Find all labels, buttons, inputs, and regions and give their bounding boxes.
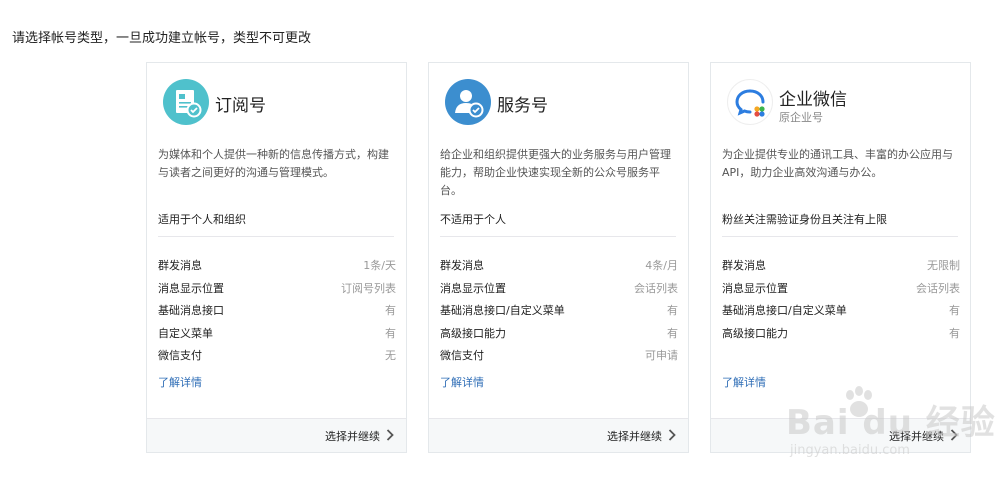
subscription-account-card: 订阅号 为媒体和个人提供一种新的信息传播方式，构建与读者之间更好的沟通与管理模式… — [146, 62, 407, 453]
select-and-continue-button[interactable]: 选择并继续 — [889, 428, 958, 444]
learn-more-link[interactable]: 了解详情 — [158, 374, 202, 390]
card-description: 为企业提供专业的通讯工具、丰富的办公应用与API，助力企业高效沟通与办公。 — [722, 148, 953, 179]
feature-value: 有 — [385, 304, 396, 318]
card-header: 服务号 — [445, 79, 678, 127]
learn-more-link[interactable]: 了解详情 — [440, 374, 484, 390]
feature-value: 有 — [949, 304, 960, 318]
feature-name: 微信支付 — [440, 349, 484, 363]
feature-value: 订阅号列表 — [341, 281, 396, 295]
card-audience: 粉丝关注需验证身份且关注有上限 — [722, 213, 887, 226]
card-description: 为媒体和个人提供一种新的信息传播方式，构建与读者之间更好的沟通与管理模式。 — [158, 148, 389, 179]
learn-more-link[interactable]: 了解详情 — [722, 374, 766, 390]
chevron-right-icon — [950, 428, 958, 444]
card-audience: 适用于个人和组织 — [158, 213, 246, 226]
feature-value: 会话列表 — [634, 281, 678, 295]
card-audience: 不适用于个人 — [440, 213, 506, 226]
feature-name: 自定义菜单 — [158, 326, 213, 340]
feature-name: 消息显示位置 — [158, 281, 224, 295]
card-footer: 选择并继续 — [429, 418, 688, 452]
feature-row: 基础消息接口/自定义菜单 有 — [440, 299, 678, 322]
feature-list: 群发消息 1条/天 消息显示位置 订阅号列表 基础消息接口 有 自定义菜单 有 … — [158, 254, 396, 367]
feature-value: 4条/月 — [645, 259, 678, 273]
feature-name: 群发消息 — [440, 259, 484, 273]
feature-row: 高级接口能力 有 — [440, 322, 678, 345]
feature-name: 消息显示位置 — [440, 281, 506, 295]
feature-row: 群发消息 无限制 — [722, 254, 960, 277]
divider — [440, 236, 676, 237]
feature-row: 消息显示位置 会话列表 — [722, 277, 960, 300]
select-and-continue-button[interactable]: 选择并继续 — [325, 428, 394, 444]
feature-row: 微信支付 无 — [158, 344, 396, 367]
select-button-label: 选择并继续 — [325, 430, 380, 443]
select-button-label: 选择并继续 — [889, 430, 944, 443]
wecom-chat-icon — [727, 79, 773, 125]
service-account-card: 服务号 给企业和组织提供更强大的业务服务与用户管理能力，帮助企业快速实现全新的公… — [428, 62, 689, 453]
feature-row: 高级接口能力 有 — [722, 322, 960, 345]
card-description: 给企业和组织提供更强大的业务服务与用户管理能力，帮助企业快速实现全新的公众号服务… — [440, 148, 671, 197]
card-header: 订阅号 — [163, 79, 396, 127]
feature-value: 有 — [667, 304, 678, 318]
feature-row: 自定义菜单 有 — [158, 322, 396, 345]
feature-value: 有 — [949, 326, 960, 340]
feature-name: 群发消息 — [722, 259, 766, 273]
feature-name: 基础消息接口/自定义菜单 — [440, 304, 565, 318]
select-button-label: 选择并继续 — [607, 430, 662, 443]
feature-name: 高级接口能力 — [440, 326, 506, 340]
feature-row: 群发消息 4条/月 — [440, 254, 678, 277]
feature-value: 有 — [385, 326, 396, 340]
feature-value: 可申请 — [645, 349, 678, 363]
subscription-document-icon — [163, 79, 209, 125]
feature-value: 有 — [667, 326, 678, 340]
feature-list: 群发消息 无限制 消息显示位置 会话列表 基础消息接口/自定义菜单 有 高级接口… — [722, 254, 960, 344]
feature-value: 无限制 — [927, 259, 960, 273]
card-title: 服务号 — [497, 96, 548, 116]
service-user-icon — [445, 79, 491, 125]
feature-name: 微信支付 — [158, 349, 202, 363]
feature-row: 微信支付 可申请 — [440, 344, 678, 367]
feature-row: 基础消息接口/自定义菜单 有 — [722, 299, 960, 322]
feature-value: 会话列表 — [916, 281, 960, 295]
feature-value: 1条/天 — [363, 259, 396, 273]
page-title: 请选择帐号类型，一旦成功建立帐号，类型不可更改 — [12, 31, 312, 46]
feature-name: 高级接口能力 — [722, 326, 788, 340]
card-footer: 选择并继续 — [147, 418, 406, 452]
feature-list: 群发消息 4条/月 消息显示位置 会话列表 基础消息接口/自定义菜单 有 高级接… — [440, 254, 678, 367]
card-title: 订阅号 — [215, 96, 266, 116]
feature-name: 基础消息接口/自定义菜单 — [722, 304, 847, 318]
divider — [158, 236, 394, 237]
select-and-continue-button[interactable]: 选择并继续 — [607, 428, 676, 444]
enterprise-wechat-card: 企业微信 原企业号 为企业提供专业的通讯工具、丰富的办公应用与API，助力企业高… — [710, 62, 971, 453]
feature-row: 消息显示位置 会话列表 — [440, 277, 678, 300]
feature-value: 无 — [385, 349, 396, 363]
chevron-right-icon — [668, 428, 676, 444]
feature-row: 基础消息接口 有 — [158, 299, 396, 322]
feature-name: 消息显示位置 — [722, 281, 788, 295]
feature-name: 群发消息 — [158, 259, 202, 273]
divider — [722, 236, 958, 237]
card-header: 企业微信 原企业号 — [727, 79, 960, 127]
chevron-right-icon — [386, 428, 394, 444]
feature-name: 基础消息接口 — [158, 304, 224, 318]
card-title: 企业微信 — [779, 90, 847, 110]
card-footer: 选择并继续 — [711, 418, 970, 452]
feature-row: 消息显示位置 订阅号列表 — [158, 277, 396, 300]
feature-row: 群发消息 1条/天 — [158, 254, 396, 277]
card-subtitle: 原企业号 — [779, 111, 823, 124]
